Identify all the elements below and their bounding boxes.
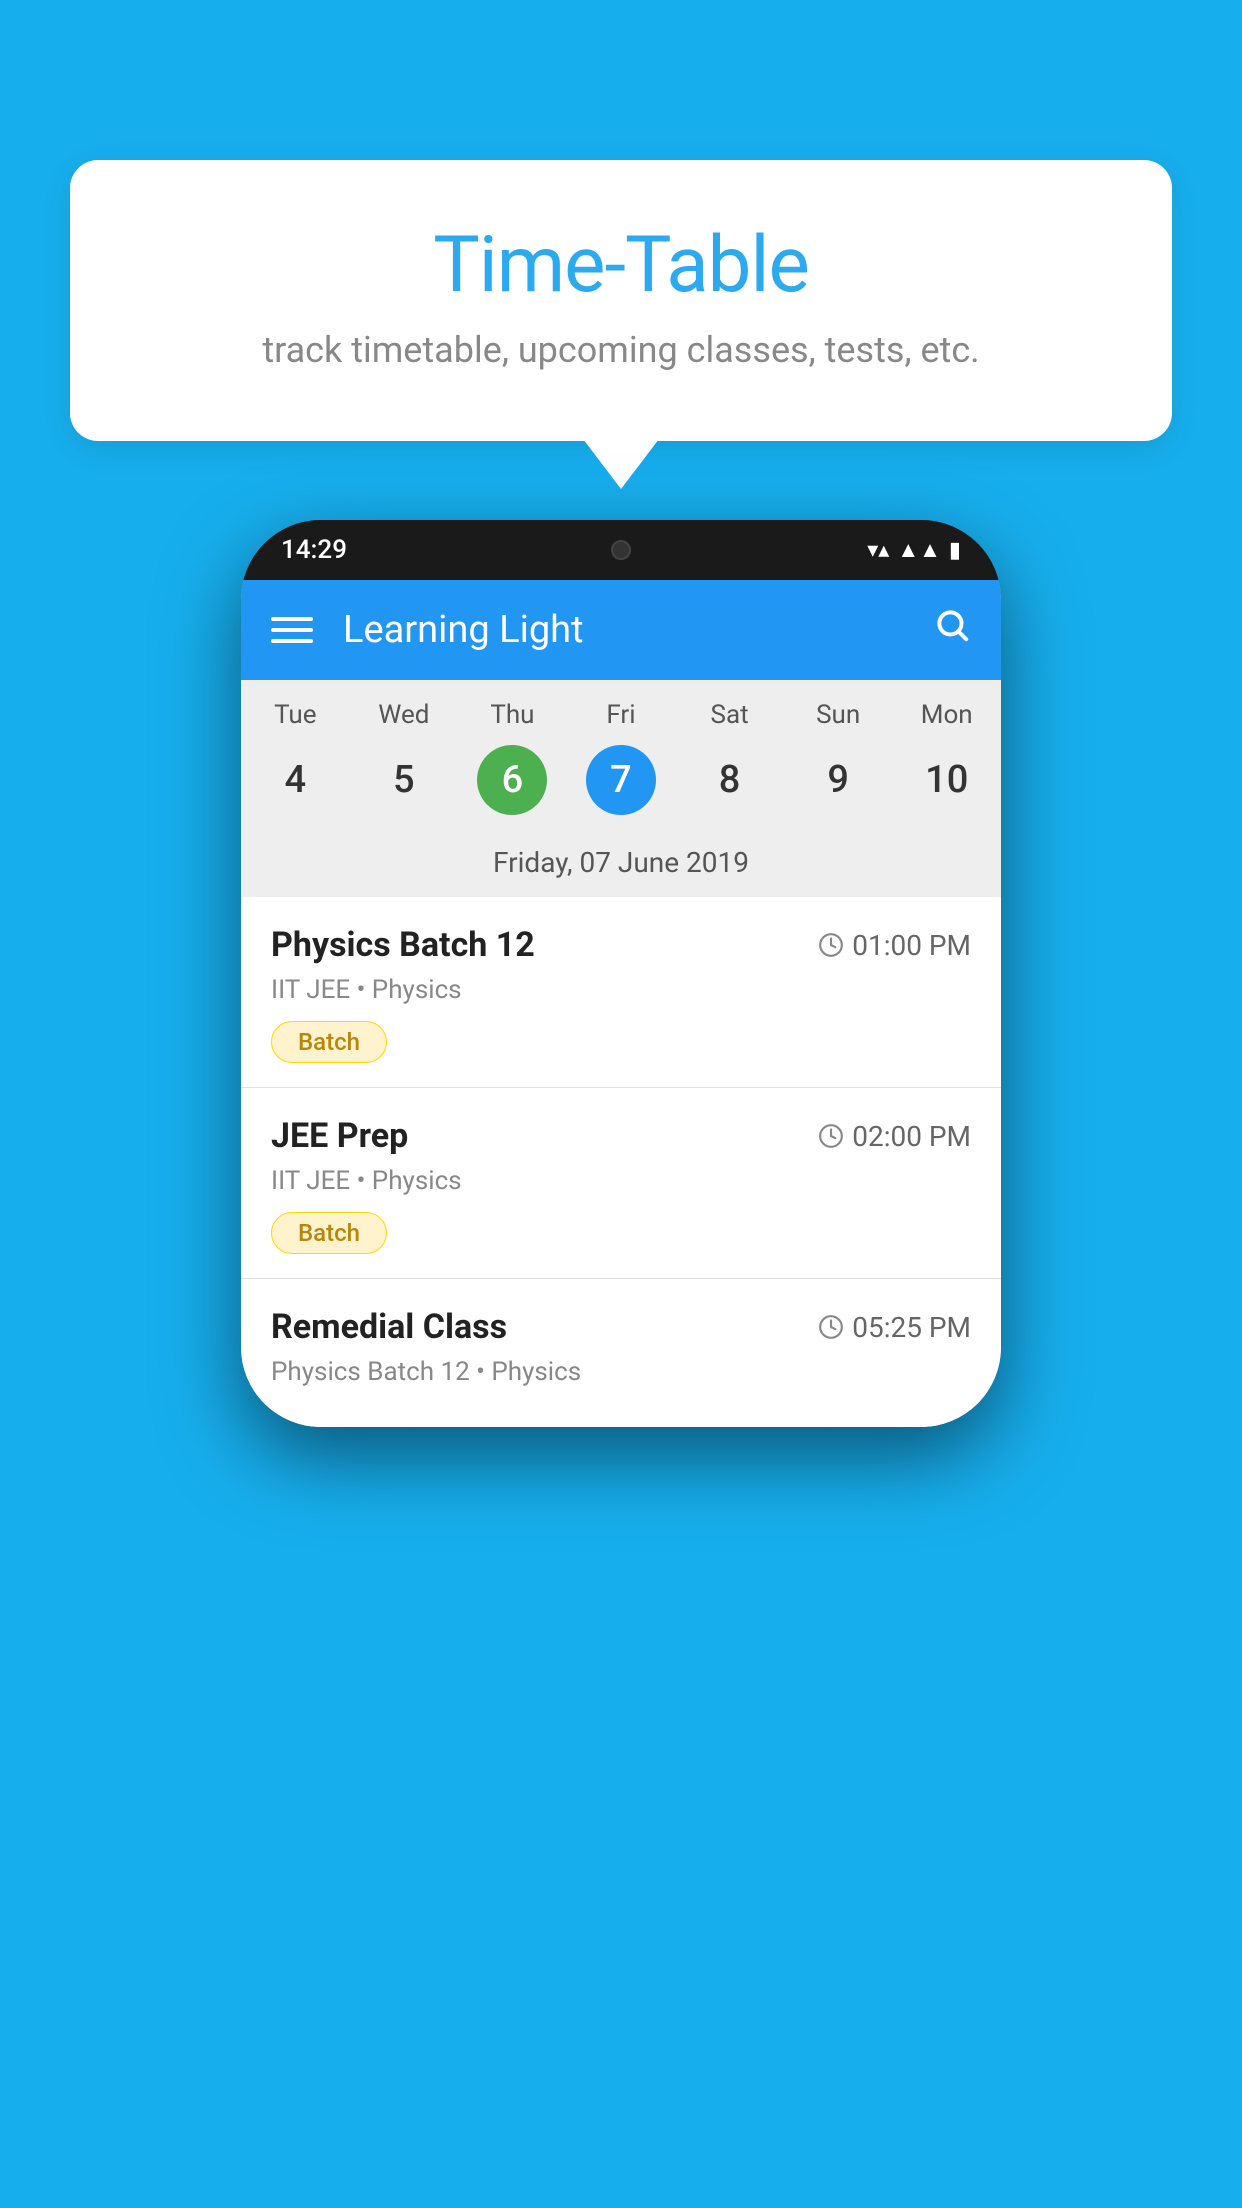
hamburger-line-3 bbox=[271, 639, 313, 643]
date-4[interactable]: 4 bbox=[241, 740, 350, 820]
class-item-1[interactable]: Physics Batch 12 01:00 PM IIT JEE • Phys… bbox=[241, 897, 1001, 1088]
tooltip-title: Time-Table bbox=[120, 220, 1122, 311]
day-thu: Thu bbox=[458, 700, 567, 730]
phone-mockup: 14:29 ▾▴ ▲▲ ▮ Learning Light bbox=[241, 520, 1001, 1427]
day-mon: Mon bbox=[892, 700, 1001, 730]
status-time: 14:29 bbox=[281, 535, 347, 565]
clock-icon-1 bbox=[818, 932, 844, 958]
search-icon[interactable] bbox=[933, 606, 971, 654]
class-list: Physics Batch 12 01:00 PM IIT JEE • Phys… bbox=[241, 897, 1001, 1427]
date-7[interactable]: 7 bbox=[567, 740, 676, 820]
signal-icon: ▲▲ bbox=[897, 537, 941, 563]
date-8[interactable]: 8 bbox=[675, 740, 784, 820]
day-wed: Wed bbox=[350, 700, 459, 730]
day-sun: Sun bbox=[784, 700, 893, 730]
app-bar: Learning Light bbox=[241, 580, 1001, 680]
date-5[interactable]: 5 bbox=[350, 740, 459, 820]
days-row: Tue Wed Thu Fri Sat Sun Mon bbox=[241, 700, 1001, 740]
phone-screen: Learning Light Tue Wed Thu Fri Sat Sun bbox=[241, 580, 1001, 1427]
calendar-strip: Tue Wed Thu Fri Sat Sun Mon 4 5 6 7 bbox=[241, 680, 1001, 897]
clock-icon-3 bbox=[818, 1314, 844, 1340]
status-bar: 14:29 ▾▴ ▲▲ ▮ bbox=[241, 520, 1001, 580]
day-tue: Tue bbox=[241, 700, 350, 730]
class-time-2: 02:00 PM bbox=[818, 1120, 971, 1153]
phone-frame: 14:29 ▾▴ ▲▲ ▮ Learning Light bbox=[241, 520, 1001, 1427]
dates-row: 4 5 6 7 8 9 10 bbox=[241, 740, 1001, 836]
class-name-2: JEE Prep bbox=[271, 1116, 408, 1156]
status-icons: ▾▴ ▲▲ ▮ bbox=[867, 537, 961, 563]
class-time-1: 01:00 PM bbox=[818, 929, 971, 962]
day-sat: Sat bbox=[675, 700, 784, 730]
class-meta-3: Physics Batch 12 • Physics bbox=[271, 1357, 971, 1387]
class-meta-2: IIT JEE • Physics bbox=[271, 1166, 971, 1196]
class-item-2[interactable]: JEE Prep 02:00 PM IIT JEE • Physics Batc… bbox=[241, 1088, 1001, 1279]
hamburger-icon[interactable] bbox=[271, 617, 313, 643]
batch-badge-1: Batch bbox=[271, 1021, 387, 1063]
class-name-1: Physics Batch 12 bbox=[271, 925, 535, 965]
hamburger-line-1 bbox=[271, 617, 313, 621]
class-name-3: Remedial Class bbox=[271, 1307, 507, 1347]
camera-dot bbox=[611, 540, 631, 560]
tooltip-card: Time-Table track timetable, upcoming cla… bbox=[70, 160, 1172, 441]
date-10[interactable]: 10 bbox=[892, 740, 1001, 820]
class-item-1-header: Physics Batch 12 01:00 PM bbox=[271, 925, 971, 965]
wifi-icon: ▾▴ bbox=[867, 538, 889, 563]
battery-icon: ▮ bbox=[949, 538, 961, 563]
class-item-3[interactable]: Remedial Class 05:25 PM Physics Batch 12… bbox=[241, 1279, 1001, 1427]
day-fri: Fri bbox=[567, 700, 676, 730]
class-time-3: 05:25 PM bbox=[818, 1311, 971, 1344]
date-6[interactable]: 6 bbox=[458, 740, 567, 820]
batch-badge-2: Batch bbox=[271, 1212, 387, 1254]
hamburger-line-2 bbox=[271, 628, 313, 632]
tooltip-subtitle: track timetable, upcoming classes, tests… bbox=[120, 329, 1122, 371]
app-title: Learning Light bbox=[343, 608, 913, 652]
selected-date-label: Friday, 07 June 2019 bbox=[241, 836, 1001, 897]
notch bbox=[551, 520, 691, 580]
class-item-3-header: Remedial Class 05:25 PM bbox=[271, 1307, 971, 1347]
date-9[interactable]: 9 bbox=[784, 740, 893, 820]
class-meta-1: IIT JEE • Physics bbox=[271, 975, 971, 1005]
class-item-2-header: JEE Prep 02:00 PM bbox=[271, 1116, 971, 1156]
clock-icon-2 bbox=[818, 1123, 844, 1149]
